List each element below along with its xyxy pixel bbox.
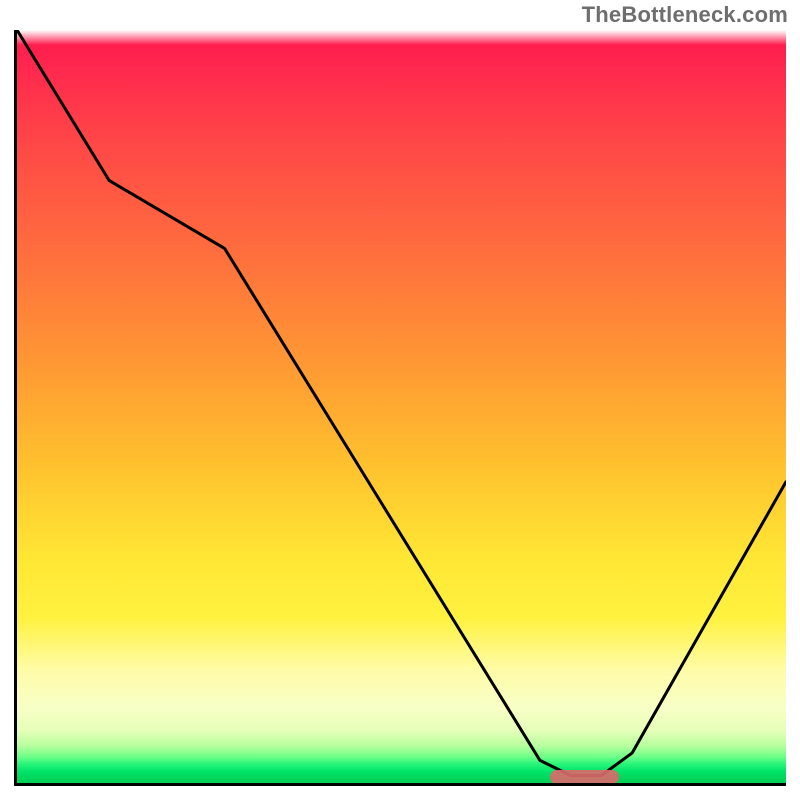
chart-canvas: TheBottleneck.com [0,0,800,800]
optimal-marker [550,770,619,784]
plot-area [14,30,786,786]
curve-path [17,30,786,783]
watermark-text: TheBottleneck.com [582,2,788,28]
